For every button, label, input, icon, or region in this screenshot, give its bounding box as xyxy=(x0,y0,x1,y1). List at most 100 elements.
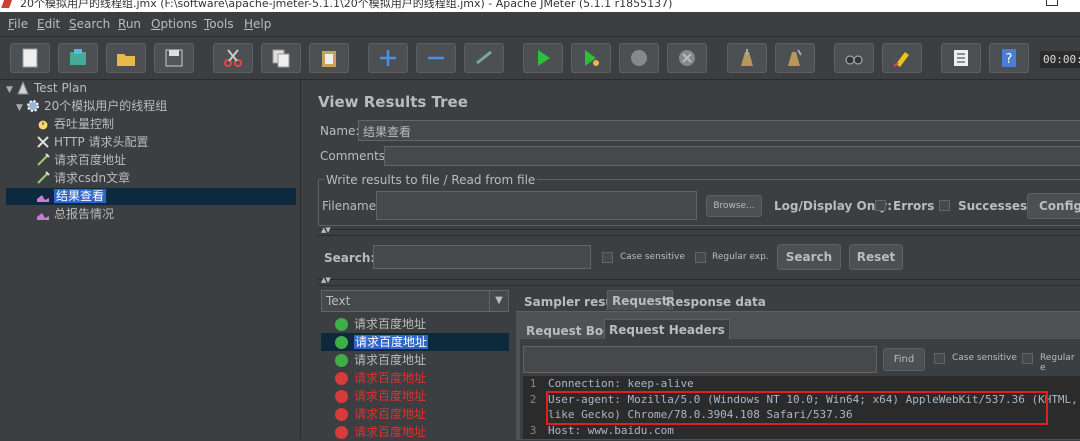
name-field[interactable]: 结果查看 xyxy=(358,120,1080,141)
start-no-pauses-button[interactable] xyxy=(571,43,611,73)
error-icon xyxy=(335,426,348,439)
result-item[interactable]: 请求百度地址 xyxy=(335,369,426,387)
cut-icon xyxy=(224,49,242,67)
result-item[interactable]: 请求百度地址 xyxy=(335,315,426,333)
horizontal-splitter-2[interactable] xyxy=(318,279,1080,286)
search-submit-button[interactable]: Search xyxy=(777,244,841,270)
stop-icon xyxy=(631,50,647,66)
vertical-splitter[interactable] xyxy=(300,80,307,439)
detail-case-sensitive-checkbox[interactable] xyxy=(934,353,945,364)
window-titlebar: 20个模拟用户的线程组.jmx (F:\software\apache-jmet… xyxy=(0,0,1080,12)
highlight-annotation-box xyxy=(546,391,1048,425)
test-plan-tree: ▼ Test Plan ▼ 20个模拟用户的线程组 吞吐量控制 HTTP 请求头配置… xyxy=(0,80,301,439)
menu-run[interactable]: Run xyxy=(118,17,141,31)
comments-field[interactable] xyxy=(384,146,1080,166)
header-line: Connection: keep-alive xyxy=(548,377,694,390)
expand-arrow-icon[interactable]: ▼ xyxy=(16,100,26,117)
tree-node-throughput-controller[interactable]: 吞吐量控制 xyxy=(36,116,114,133)
line-number: 2 xyxy=(529,393,537,406)
start-button[interactable] xyxy=(523,43,563,73)
tab-request-headers[interactable]: Request Headers xyxy=(604,319,730,339)
elapsed-timer: 00:00:0 xyxy=(1040,51,1080,68)
result-item[interactable]: 请求百度地址 xyxy=(335,387,426,405)
expand-button[interactable] xyxy=(368,43,408,73)
splitter-arrows-icon[interactable]: ▲▼ xyxy=(321,276,331,284)
result-item[interactable]: 请求百度地址 xyxy=(335,351,426,369)
search-button[interactable] xyxy=(834,43,874,73)
chevron-down-icon[interactable]: ▼ xyxy=(489,291,508,311)
find-button[interactable]: Find xyxy=(883,348,925,371)
errors-checkbox[interactable] xyxy=(875,200,886,211)
collapse-button[interactable] xyxy=(416,43,456,73)
configure-button[interactable]: Configu xyxy=(1027,193,1080,219)
menu-tools[interactable]: Tools xyxy=(204,17,234,31)
case-sensitive-checkbox[interactable] xyxy=(602,252,613,263)
stop-button[interactable] xyxy=(619,43,659,73)
tree-node-thread-group[interactable]: ▼ 20个模拟用户的线程组 xyxy=(16,98,167,115)
tree-node-view-results[interactable]: 结果查看 xyxy=(6,188,296,205)
reset-button[interactable]: Reset xyxy=(849,244,903,270)
menu-options[interactable]: Options xyxy=(151,17,197,31)
result-item[interactable]: 请求百度地址 xyxy=(321,333,509,351)
window-title: 20个模拟用户的线程组.jmx (F:\software\apache-jmet… xyxy=(20,0,673,10)
tree-node-summary-report[interactable]: 总报告情况 xyxy=(36,206,114,223)
shutdown-icon xyxy=(679,50,695,66)
detail-regular-label: Regular e xyxy=(1040,353,1075,373)
menu-edit[interactable]: Edit xyxy=(37,17,60,31)
reset-search-icon xyxy=(893,52,909,67)
expand-arrow-icon[interactable]: ▼ xyxy=(6,82,16,99)
find-input[interactable] xyxy=(523,346,877,373)
new-button[interactable] xyxy=(10,43,50,73)
tree-node-test-plan[interactable]: ▼ Test Plan xyxy=(6,80,87,97)
browse-button[interactable]: Browse... xyxy=(706,195,762,217)
regular-exp-checkbox[interactable] xyxy=(695,252,706,263)
start-no-pauses-icon xyxy=(585,50,599,66)
toggle-button[interactable] xyxy=(464,43,504,73)
tree-node-csdn-sampler[interactable]: 请求csdn文章 xyxy=(36,170,130,187)
name-label: Name: xyxy=(320,124,360,138)
tree-node-http-header-manager[interactable]: HTTP 请求头配置 xyxy=(36,134,149,151)
paste-button[interactable] xyxy=(309,43,349,73)
menu-help[interactable]: Help xyxy=(244,17,271,31)
horizontal-splitter[interactable] xyxy=(318,229,1080,236)
svg-text:?: ? xyxy=(1006,52,1013,67)
maximize-icon[interactable] xyxy=(1046,0,1058,6)
clear-all-icon xyxy=(788,49,802,66)
renderer-value: Text xyxy=(326,294,351,308)
start-icon xyxy=(538,50,550,66)
search-input[interactable] xyxy=(373,245,591,269)
success-icon xyxy=(335,354,348,367)
clear-button[interactable] xyxy=(727,43,767,73)
tab-response-data[interactable]: Response data xyxy=(662,292,770,312)
menu-search[interactable]: Search xyxy=(69,17,110,31)
successes-checkbox[interactable] xyxy=(939,200,950,211)
error-icon xyxy=(335,408,348,421)
clear-all-button[interactable] xyxy=(775,43,815,73)
detail-regular-checkbox[interactable] xyxy=(1022,353,1033,364)
templates-button[interactable] xyxy=(58,43,98,73)
save-button[interactable] xyxy=(154,43,194,73)
menu-file[interactable]: File xyxy=(8,17,28,31)
open-button[interactable] xyxy=(106,43,146,73)
search-icon xyxy=(845,55,863,65)
menu-bar: File Edit Search Run Options Tools Help xyxy=(0,12,1080,37)
splitter-arrows-icon[interactable]: ▲▼ xyxy=(321,226,331,234)
result-item[interactable]: 请求百度地址 xyxy=(335,405,426,423)
reset-search-button[interactable] xyxy=(882,43,922,73)
filename-field[interactable] xyxy=(376,191,697,220)
listener-icon xyxy=(37,213,49,220)
results-list: 请求百度地址 请求百度地址 请求百度地址 请求百度地址 请求百度地址 请求百度地… xyxy=(321,314,509,439)
help-icon: ? xyxy=(1002,49,1016,67)
shutdown-button[interactable] xyxy=(667,43,707,73)
help-button[interactable]: ? xyxy=(989,43,1029,73)
comments-label: Comments: xyxy=(320,149,390,163)
regular-exp-label: Regular exp. xyxy=(712,252,769,262)
clear-icon xyxy=(741,49,753,66)
tree-node-baidu-sampler[interactable]: 请求百度地址 xyxy=(36,152,126,169)
copy-button[interactable] xyxy=(261,43,301,73)
paste-icon xyxy=(322,51,336,67)
renderer-select[interactable]: Text ▼ xyxy=(321,290,509,312)
result-item[interactable]: 请求百度地址 xyxy=(335,423,426,441)
cut-button[interactable] xyxy=(213,43,253,73)
function-helper-button[interactable] xyxy=(941,43,981,73)
